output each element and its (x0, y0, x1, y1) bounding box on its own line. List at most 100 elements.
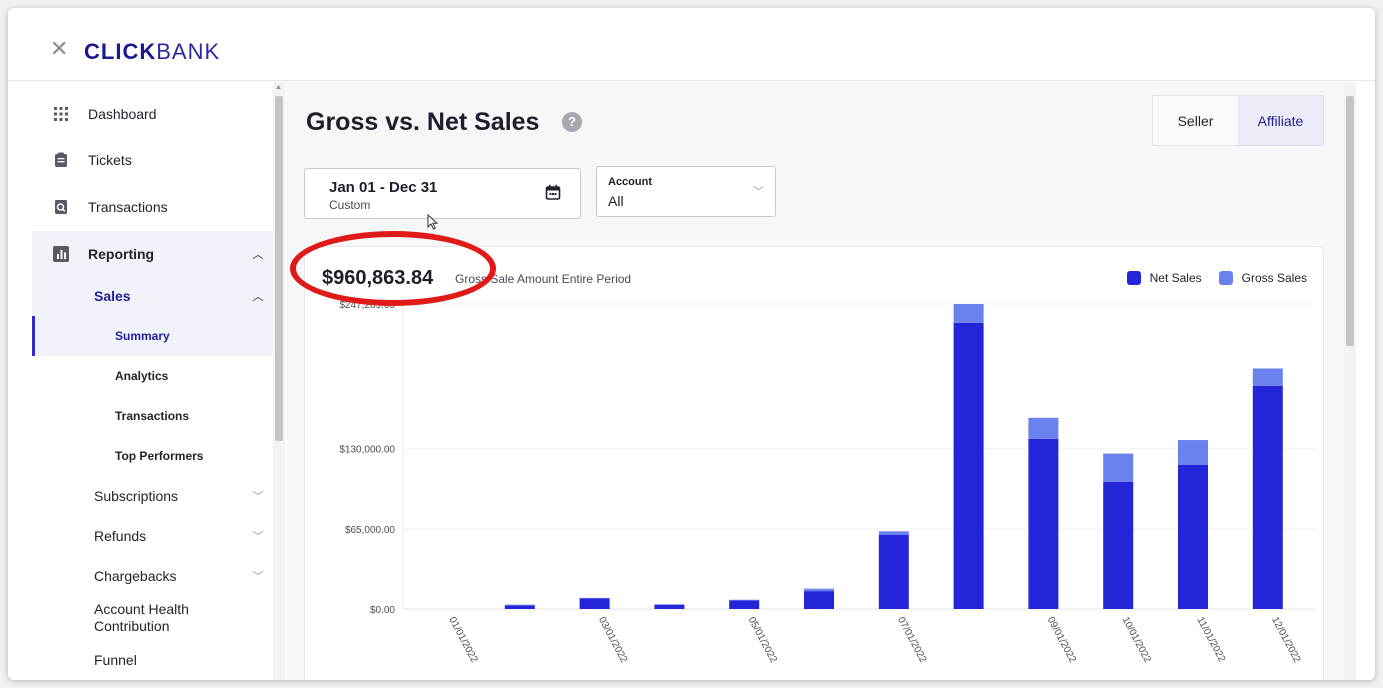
sidebar-item-sales[interactable]: Sales ︿ (32, 276, 273, 316)
sidebar-item-label: Transactions (115, 409, 190, 423)
x-tick-label: 10/01/2022 (1120, 615, 1153, 665)
date-range-mode: Custom (329, 198, 371, 212)
bar-net-sales (504, 605, 535, 609)
sidebar-scrollbar[interactable]: ▲ (273, 82, 285, 680)
x-tick-label: 09/01/2022 (1045, 615, 1078, 665)
main-scrollbar[interactable] (1344, 82, 1356, 680)
x-tick-label: 03/01/2022 (596, 615, 629, 665)
x-tick-label: 12/01/2022 (1269, 615, 1302, 665)
sidebar-item-label: Analytics (115, 369, 169, 383)
bar-net-sales (804, 591, 834, 609)
app-window: ✕ CLICKBANK Dashboard Tickets Transactio… (8, 8, 1375, 680)
bar-gross-sales (1252, 368, 1283, 386)
sidebar-item-label: Top Performers (115, 449, 204, 463)
account-value: All (608, 193, 624, 209)
help-icon[interactable]: ? (562, 112, 582, 132)
receipt-search-icon (55, 200, 67, 214)
chart-legend: Net Sales Gross Sales (1110, 271, 1307, 285)
sidebar-item-label: Account Health Contribution (94, 601, 189, 634)
chevron-up-icon: ︿ (252, 248, 264, 261)
bar-net-sales (1028, 438, 1059, 609)
active-indicator (32, 316, 35, 356)
toggle-seller[interactable]: Seller (1153, 96, 1238, 145)
bar-gross-sales (878, 531, 909, 535)
chevron-down-icon: ﹀ (252, 571, 264, 583)
chevron-down-icon: ﹀ (252, 531, 264, 543)
mouse-cursor-icon (427, 214, 439, 230)
sidebar-item-sales-transactions[interactable]: Transactions (32, 396, 273, 436)
scroll-thumb[interactable] (1346, 96, 1354, 346)
bar-net-sales (1178, 464, 1208, 609)
clipboard-icon (55, 152, 67, 167)
page-title: Gross vs. Net Sales (306, 108, 540, 136)
sidebar-item-dashboard[interactable]: Dashboard (32, 94, 273, 134)
scroll-thumb[interactable] (275, 96, 283, 441)
logo-light: BANK (156, 39, 221, 64)
bar-gross-sales (729, 599, 760, 601)
sidebar-item-tickets[interactable]: Tickets (32, 140, 273, 180)
legend-swatch-gross (1218, 271, 1233, 285)
sidebar-item-transactions[interactable]: Transactions (32, 187, 273, 227)
chevron-up-icon: ︿ (252, 291, 264, 303)
clickbank-logo: CLICKBANK (84, 41, 220, 63)
bar-gross-sales (1103, 453, 1134, 482)
sidebar-item-refunds[interactable]: Refunds ﹀ (32, 516, 273, 556)
y-tick-label: $130,000.00 (339, 445, 395, 456)
sidebar-item-label: Dashboard (88, 106, 157, 122)
sidebar-item-label: Sales (94, 288, 131, 304)
sidebar: Dashboard Tickets Transactions Reporting… (32, 82, 273, 680)
sidebar-item-reporting[interactable]: Reporting ︿ (32, 231, 273, 276)
sidebar-item-account-health[interactable]: Account Health Contribution (32, 596, 273, 640)
annotation-red-circle (290, 231, 496, 306)
sidebar-item-subscriptions[interactable]: Subscriptions ﹀ (32, 476, 273, 516)
bar-chart-icon (53, 245, 69, 262)
bar-net-sales (878, 534, 909, 609)
sidebar-item-label: Summary (115, 329, 170, 343)
bar-gross-sales (1028, 417, 1059, 439)
sales-chart-card: $247,289.05 $130,000.00 $65,000.00 $0.00 01/… (304, 246, 1324, 680)
bar-gross-sales (1178, 440, 1208, 465)
x-tick-label: 01/01/2022 (446, 615, 479, 665)
sidebar-item-summary[interactable]: Summary (32, 316, 273, 356)
sales-bar-chart: $247,289.05$130,000.00$65,000.00$0.0001/… (339, 300, 1315, 665)
bar-net-sales (1103, 481, 1134, 609)
legend-net-sales[interactable]: Net Sales (1126, 271, 1202, 285)
sidebar-item-label: Transactions (88, 199, 168, 215)
sidebar-item-label: Chargebacks (94, 568, 177, 584)
sidebar-item-label: Refunds (94, 528, 147, 544)
sidebar-item-chargebacks[interactable]: Chargebacks ﹀ (32, 556, 273, 596)
sidebar-item-top-performers[interactable]: Top Performers (32, 436, 273, 476)
account-select[interactable]: Account All ﹀ (596, 166, 776, 217)
bar-net-sales (579, 598, 610, 609)
sidebar-item-analytics[interactable]: Analytics (32, 356, 273, 396)
grid-icon (54, 107, 68, 121)
top-bar: ✕ CLICKBANK (8, 8, 1375, 81)
sidebar-item-funnel[interactable]: Funnel (32, 640, 273, 680)
sidebar-item-label: Reporting (88, 245, 155, 262)
sidebar-item-label: Funnel (94, 652, 137, 668)
seller-affiliate-toggle: Seller Affiliate (1152, 95, 1324, 146)
chevron-down-icon: ﹀ (753, 186, 764, 198)
bar-gross-sales (579, 597, 610, 599)
bar-net-sales (1252, 385, 1283, 609)
y-tick-label: $0.00 (370, 605, 395, 616)
account-label: Account (608, 176, 652, 188)
main-content: Gross vs. Net Sales ? Seller Affiliate J… (286, 82, 1344, 680)
legend-gross-sales[interactable]: Gross Sales (1218, 271, 1307, 285)
bar-gross-sales (953, 304, 984, 323)
sidebar-item-label: Tickets (88, 152, 132, 168)
x-tick-label: 11/01/2022 (1194, 615, 1227, 664)
logo-bold: CLICK (84, 39, 157, 64)
date-range-picker[interactable]: Jan 01 - Dec 31 Custom (304, 168, 581, 219)
x-tick-label: 07/01/2022 (895, 615, 928, 665)
date-range-value: Jan 01 - Dec 31 (329, 179, 438, 196)
legend-label: Net Sales (1149, 271, 1202, 285)
legend-label: Gross Sales (1241, 271, 1307, 285)
chevron-down-icon: ﹀ (252, 491, 264, 503)
close-icon[interactable]: ✕ (50, 38, 68, 60)
toggle-affiliate[interactable]: Affiliate (1238, 96, 1323, 145)
bar-net-sales (729, 600, 760, 609)
scroll-up-arrow-icon[interactable]: ▲ (275, 84, 282, 91)
legend-swatch-net (1126, 271, 1141, 285)
calendar-icon (545, 184, 561, 200)
